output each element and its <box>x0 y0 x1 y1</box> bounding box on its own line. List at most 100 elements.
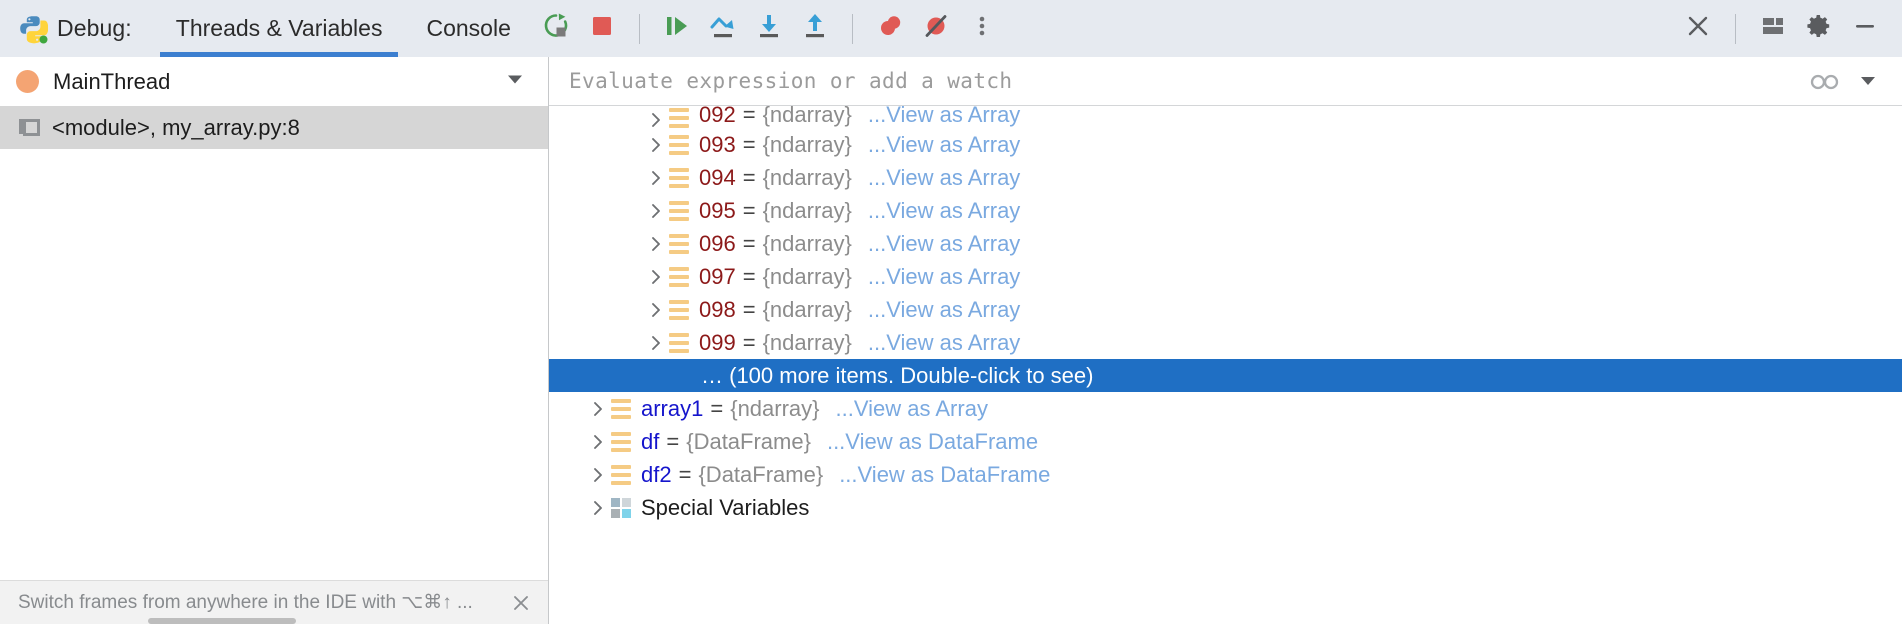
toolbar-divider-2 <box>851 13 853 44</box>
watches-dropdown-icon[interactable] <box>1846 59 1890 103</box>
variable-name: 097 <box>699 263 736 289</box>
chevron-right-icon[interactable] <box>643 203 669 219</box>
chevron-right-icon[interactable] <box>585 434 611 450</box>
resume-button[interactable] <box>654 6 700 52</box>
chevron-right-icon[interactable] <box>643 170 669 186</box>
tab-threads-and-variables[interactable]: Threads & Variables <box>154 0 405 57</box>
mute-breakpoints-button[interactable] <box>913 6 959 52</box>
tab-console[interactable]: Console <box>404 0 532 57</box>
variable-type: {ndarray} <box>730 395 820 421</box>
special-variables-row[interactable]: Special Variables <box>549 491 1902 524</box>
variable-row[interactable]: 098 = {ndarray} ...View as Array <box>549 293 1902 326</box>
variable-name: array1 <box>641 395 704 421</box>
stop-button[interactable] <box>579 6 625 52</box>
view-as-array-link[interactable]: ...View as Array <box>868 106 1020 128</box>
variable-type: {DataFrame} <box>698 461 824 487</box>
debugger-window: Debug: Threads & Variables Console MainT… <box>0 0 1902 624</box>
chevron-right-icon[interactable] <box>643 269 669 285</box>
chevron-right-icon[interactable] <box>643 302 669 318</box>
glasses-icon[interactable] <box>1802 59 1846 103</box>
array-icon <box>669 134 689 155</box>
view-as-array-link[interactable]: ...View as Array <box>868 132 1020 158</box>
tab-threads-and-variables-label: Threads & Variables <box>175 15 383 41</box>
toolbar-divider-1 <box>638 13 640 44</box>
variables-tree[interactable]: 092 = {ndarray} ...View as Array 093 = {… <box>549 106 1902 624</box>
settings-button[interactable] <box>1796 6 1842 52</box>
horizontal-scrollbar[interactable] <box>0 618 548 624</box>
variable-name: 099 <box>699 329 736 355</box>
view-as-array-link[interactable]: ...View as Array <box>868 264 1020 290</box>
view-as-array-link[interactable]: ...View as Array <box>836 396 988 422</box>
variable-row[interactable]: 093 = {ndarray} ...View as Array <box>549 128 1902 161</box>
variable-row[interactable]: 095 = {ndarray} ...View as Array <box>549 194 1902 227</box>
variable-row[interactable]: 096 = {ndarray} ...View as Array <box>549 227 1902 260</box>
view-breakpoints-button[interactable] <box>867 6 913 52</box>
chevron-right-icon[interactable] <box>643 112 669 128</box>
chevron-right-icon[interactable] <box>643 236 669 252</box>
array-icon <box>611 398 631 419</box>
variable-type: {ndarray} <box>762 164 852 190</box>
view-as-array-link[interactable]: ...View as Array <box>868 330 1020 356</box>
view-as-array-link[interactable]: ...View as Array <box>868 198 1020 224</box>
variable-type: {ndarray} <box>762 296 852 322</box>
chevron-right-icon[interactable] <box>643 335 669 351</box>
hint-close-icon[interactable] <box>506 588 536 618</box>
variable-type: {ndarray} <box>762 131 852 157</box>
layout-settings-button[interactable] <box>1750 6 1796 52</box>
evaluate-expression-bar <box>549 57 1902 106</box>
variable-type: {ndarray} <box>762 197 852 223</box>
tab-console-label: Console <box>426 15 511 41</box>
step-over-icon <box>708 11 738 46</box>
step-over-button[interactable] <box>700 6 746 52</box>
more-options-button[interactable] <box>959 6 1005 52</box>
more-items-row[interactable]: … (100 more items. Double-click to see) <box>549 359 1902 392</box>
variable-row[interactable]: df = {DataFrame} ...View as DataFrame <box>549 425 1902 458</box>
variable-type: {ndarray} <box>762 106 852 127</box>
chevron-down-icon[interactable] <box>504 68 526 95</box>
frame-row[interactable]: <module>, my_array.py:8 <box>0 106 548 149</box>
variable-name: 092 <box>699 106 736 127</box>
chevron-right-icon[interactable] <box>585 401 611 417</box>
view-as-dataframe-link[interactable]: ...View as DataFrame <box>827 429 1038 455</box>
close-button[interactable] <box>1675 6 1721 52</box>
chevron-right-icon[interactable] <box>585 500 611 516</box>
variable-row[interactable]: array1 = {ndarray} ...View as Array <box>549 392 1902 425</box>
resume-icon <box>662 11 692 46</box>
frames-list[interactable]: <module>, my_array.py:8 <box>0 106 548 580</box>
array-icon <box>669 332 689 353</box>
thread-name: MainThread <box>53 68 171 94</box>
step-into-button[interactable] <box>746 6 792 52</box>
variable-row[interactable]: 097 = {ndarray} ...View as Array <box>549 260 1902 293</box>
view-as-array-link[interactable]: ...View as Array <box>868 231 1020 257</box>
array-icon <box>669 266 689 287</box>
close-icon <box>1684 12 1712 45</box>
rerun-icon <box>541 11 571 46</box>
thread-selector[interactable]: MainThread <box>0 57 548 106</box>
minimize-button[interactable] <box>1842 6 1888 52</box>
variable-type: {DataFrame} <box>686 428 811 454</box>
variable-row[interactable]: 092 = {ndarray} ...View as Array <box>549 106 1902 128</box>
horizontal-scrollbar-thumb[interactable] <box>148 618 296 624</box>
array-icon <box>669 233 689 254</box>
equals-sign: = <box>742 164 756 190</box>
view-as-dataframe-link[interactable]: ...View as DataFrame <box>839 462 1050 488</box>
python-icon <box>18 14 49 44</box>
step-out-button[interactable] <box>792 6 838 52</box>
toolbar-right-group <box>1675 0 1888 57</box>
variable-row[interactable]: 094 = {ndarray} ...View as Array <box>549 161 1902 194</box>
more-items-label: … (100 more items. Double-click to see) <box>701 362 1094 388</box>
rerun-button[interactable] <box>533 6 579 52</box>
variable-name: 098 <box>699 296 736 322</box>
equals-sign: = <box>742 106 756 127</box>
minimize-icon <box>1851 12 1879 45</box>
evaluate-expression-input[interactable] <box>549 69 1802 93</box>
chevron-right-icon[interactable] <box>585 467 611 483</box>
array-icon <box>669 200 689 221</box>
special-variables-icon <box>611 497 631 518</box>
toolbar-divider-3 <box>1735 13 1736 44</box>
view-as-array-link[interactable]: ...View as Array <box>868 165 1020 191</box>
view-as-array-link[interactable]: ...View as Array <box>868 297 1020 323</box>
variable-row[interactable]: df2 = {DataFrame} ...View as DataFrame <box>549 458 1902 491</box>
chevron-right-icon[interactable] <box>643 137 669 153</box>
variable-row[interactable]: 099 = {ndarray} ...View as Array <box>549 326 1902 359</box>
